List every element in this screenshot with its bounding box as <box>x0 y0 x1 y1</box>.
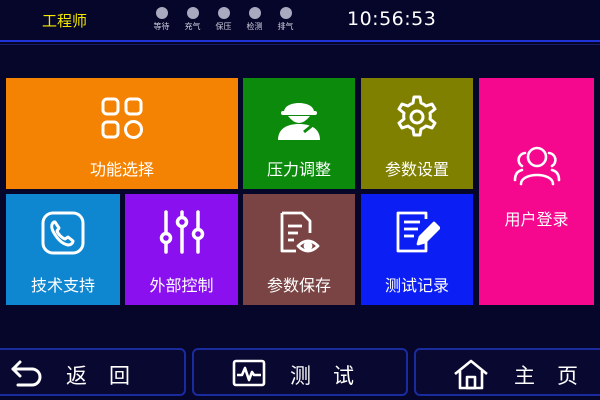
status-label: 排气 <box>277 22 294 31</box>
tile-label: 技术支持 <box>30 276 95 295</box>
sliders-icon <box>125 208 238 256</box>
tile-label: 压力调整 <box>266 160 331 179</box>
home-icon <box>452 358 490 394</box>
gear-icon <box>361 94 473 140</box>
test-record-tile[interactable]: 测试记录 <box>361 194 473 305</box>
param-settings-tile[interactable]: 参数设置 <box>361 78 473 189</box>
status-label: 检测 <box>246 22 263 31</box>
document-eye-icon <box>243 210 355 256</box>
function-select-tile[interactable]: 功能选择 <box>6 78 238 189</box>
back-label: 返回 <box>66 364 152 388</box>
status-inflate: 充气 <box>177 7 208 32</box>
header-divider <box>0 40 600 42</box>
phone-icon <box>6 210 120 256</box>
param-save-tile[interactable]: 参数保存 <box>243 194 355 305</box>
tile-label: 用户登录 <box>504 210 569 229</box>
home-label: 主页 <box>514 364 600 388</box>
status-indicators: 等待 充气 保压 检测 排气 <box>146 7 301 32</box>
clock: 10:56:53 <box>347 8 437 30</box>
tech-support-tile[interactable]: 技术支持 <box>6 194 120 305</box>
status-label: 等待 <box>153 22 170 31</box>
external-control-tile[interactable]: 外部控制 <box>125 194 238 305</box>
tile-label: 测试记录 <box>384 276 449 295</box>
test-button[interactable]: 测试 <box>192 348 408 396</box>
status-exhaust: 排气 <box>270 7 301 32</box>
header-divider-secondary <box>0 44 600 45</box>
tile-label: 外部控制 <box>149 276 214 295</box>
users-icon <box>479 144 594 188</box>
status-dot-icon <box>279 7 292 19</box>
status-label: 充气 <box>184 22 201 31</box>
back-arrow-icon <box>10 358 46 392</box>
tile-label: 参数保存 <box>266 276 331 295</box>
tile-label: 参数设置 <box>384 160 449 179</box>
home-button[interactable]: 主页 <box>414 348 600 396</box>
user-role: 工程师 <box>42 12 88 30</box>
tile-label: 功能选择 <box>89 160 154 179</box>
waveform-icon <box>232 358 266 392</box>
worker-icon <box>243 92 355 142</box>
grid-icon <box>6 96 238 140</box>
user-login-tile[interactable]: 用户登录 <box>479 78 594 305</box>
status-dot-icon <box>186 7 199 19</box>
status-hold-pressure: 保压 <box>208 7 239 32</box>
status-dot-icon <box>155 7 168 19</box>
status-waiting: 等待 <box>146 7 177 32</box>
status-detect: 检测 <box>239 7 270 32</box>
pressure-adjust-tile[interactable]: 压力调整 <box>243 78 355 189</box>
note-pen-icon <box>361 210 473 256</box>
status-label: 保压 <box>215 22 232 31</box>
back-button[interactable]: 返回 <box>0 348 186 396</box>
test-label: 测试 <box>290 364 376 388</box>
header-bar: 工程师 等待 充气 保压 检测 排气 10:56:53 <box>0 0 600 40</box>
status-dot-icon <box>248 7 261 19</box>
status-dot-icon <box>217 7 230 19</box>
